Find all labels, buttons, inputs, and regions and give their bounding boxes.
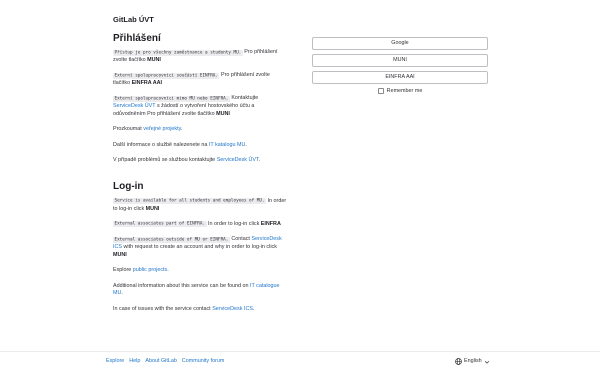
en-paragraph-3: External associates outside of MU or EIN… <box>113 236 282 258</box>
heading-cz: Přihlášení <box>113 33 161 44</box>
code-snippet: Externí spolupracovníci mimo MU nebo EIN… <box>113 95 230 102</box>
en-paragraph-5: Additional information about this servic… <box>113 282 280 297</box>
public-projects-link-cz[interactable]: veřejné projekty <box>143 126 181 132</box>
en-paragraph-6: In case of issues with the service conta… <box>113 305 255 312</box>
servicedesk-ics-link-2[interactable]: ServiceDesk ICS <box>212 306 253 312</box>
code-snippet: Externí spolupracovníci součástí EINFRA. <box>113 72 220 79</box>
remember-me[interactable]: Remember me <box>312 88 488 96</box>
footer-about-link[interactable]: About GitLab <box>145 358 176 366</box>
code-snippet: External associates outside of MU or EIN… <box>113 236 230 243</box>
remember-me-label: Remember me <box>386 87 423 94</box>
sso-login-panel: Google MUNI EINFRA AAI Remember me <box>312 37 488 95</box>
code-snippet: Service is available for all students an… <box>113 198 267 205</box>
einfra-aai-login-button[interactable]: EINFRA AAI <box>312 71 488 84</box>
google-login-button[interactable]: Google <box>312 37 488 50</box>
en-paragraph-2: External associates part of EINFRA. In o… <box>113 220 281 228</box>
footer-divider <box>0 351 600 352</box>
footer-explore-link[interactable]: Explore <box>106 358 124 366</box>
it-catalog-link-cz[interactable]: IT katalogu MU <box>209 142 245 148</box>
globe-icon <box>455 358 462 366</box>
language-switcher[interactable]: English <box>455 358 490 366</box>
muni-login-button[interactable]: MUNI <box>312 54 488 67</box>
en-paragraph-1: Service is available for all students an… <box>113 197 287 212</box>
servicedesk-uvt-link[interactable]: ServiceDesk ÚVT <box>113 103 155 109</box>
remember-me-checkbox[interactable] <box>377 88 384 95</box>
servicedesk-uvt-link-2[interactable]: ServiceDesk ÚVT <box>217 157 259 163</box>
cz-paragraph-2: Externí spolupracovníci součástí EINFRA.… <box>113 72 270 86</box>
footer-help-link[interactable]: Help <box>129 358 140 366</box>
cz-paragraph-1: Přístup je pro všechny zaměstnance a stu… <box>113 49 278 63</box>
public-projects-link-en[interactable]: public projects <box>133 267 167 273</box>
footer-links: Explore Help About GitLab Community foru… <box>106 358 224 366</box>
heading-en: Log-in <box>113 180 144 192</box>
cz-paragraph-5: Další informace o službě nalezenete na I… <box>113 141 247 148</box>
language-label: English <box>464 358 482 364</box>
cz-paragraph-6: V případě problémů se službou kontaktujt… <box>113 156 261 163</box>
code-snippet: Přístup je pro všechny zaměstnance a stu… <box>113 49 243 56</box>
footer-forum-link[interactable]: Community forum <box>182 358 225 366</box>
en-paragraph-4: Explore public projects. <box>113 267 169 274</box>
cz-paragraph-3: Externí spolupracovníci mimo MU nebo EIN… <box>113 95 259 117</box>
cz-paragraph-4: Prozkoumat veřejné projekty. <box>113 126 183 133</box>
login-info-column: Přihlášení Přístup je pro všechny zaměst… <box>113 33 288 321</box>
code-snippet: External associates part of EINFRA. <box>113 221 207 228</box>
chevron-down-icon <box>484 359 490 365</box>
site-name: GitLab ÚVT <box>113 15 154 24</box>
